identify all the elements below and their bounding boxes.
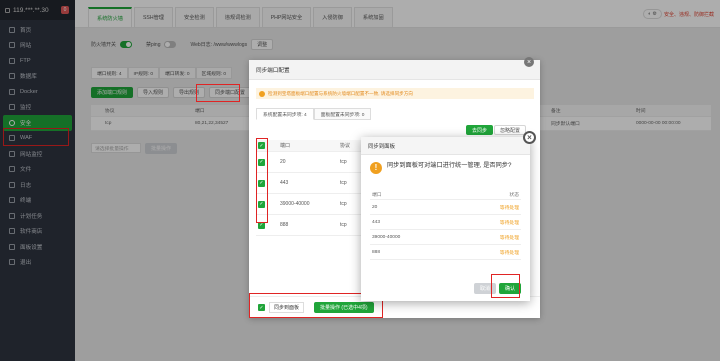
table-row: 20 等待处理 (370, 200, 521, 215)
cell-port: 443 (280, 180, 289, 186)
unsynced-ports-table: ✓ 端口 协议 ✓ 20 tcp ✓ 443 tcp ✓ 39000-40000… (256, 140, 376, 236)
sync-to-panel-dialog: 同步到面板 × ! 同步到面板可对端口进行统一管理, 是否同步? 端口 状态 2… (361, 131, 536, 301)
cell-port: 443 (372, 219, 381, 225)
cell-protocol: tcp (340, 201, 347, 207)
cell-port: 39000-40000 (372, 234, 401, 240)
ignore-config-button[interactable]: 忽略配置 (494, 125, 527, 135)
table-row: 443 等待处理 (370, 215, 521, 230)
cell-status: 等待处理 (499, 220, 519, 226)
row-checkbox[interactable]: ✓ (258, 158, 265, 166)
cell-protocol: tcp (340, 159, 347, 165)
cell-status: 等待处理 (499, 205, 519, 211)
table-row[interactable]: ✓ 888 tcp (256, 215, 376, 236)
table-header: 端口 状态 (370, 189, 521, 200)
dialog-title: 同步端口配置 (249, 60, 540, 80)
tab-panel-unsynced[interactable]: 面板配置未同步项: 0 (313, 108, 372, 120)
cell-status: 等待处理 (499, 235, 519, 241)
cell-status: 等待处理 (499, 250, 519, 256)
row-checkbox[interactable]: ✓ (258, 179, 265, 187)
batch-operation-button[interactable]: 批量操作 (已选中4项) (314, 302, 374, 313)
col-status: 状态 (509, 192, 519, 198)
close-icon[interactable]: × (524, 57, 534, 67)
table-row[interactable]: ✓ 39000-40000 tcp (256, 194, 376, 215)
select-all-checkbox[interactable]: ✓ (258, 142, 265, 149)
warning-icon (259, 90, 265, 97)
table-header: ✓ 端口 协议 (256, 140, 376, 152)
close-icon[interactable]: × (523, 131, 536, 144)
sync-subtabs: 系统配置未同步项: 4 面板配置未同步项: 0 (256, 108, 372, 120)
cell-port: 20 (280, 159, 286, 165)
cell-port: 888 (280, 222, 289, 228)
col-protocol: 协议 (340, 143, 351, 149)
confirm-button[interactable]: 确认 (498, 283, 521, 294)
cell-port: 39000-40000 (280, 201, 310, 207)
warning-text: 检测到宝塔面板端口配置与系统防火墙端口配置不一致, 请选择同步方向 (268, 90, 413, 96)
go-sync-button[interactable]: 去同步 (466, 125, 494, 135)
footer-select-checkbox[interactable]: ✓ (258, 304, 265, 311)
question-text: 同步到面板可对端口进行统一管理, 是否同步? (387, 162, 512, 169)
tab-system-unsynced[interactable]: 系统配置未同步项: 4 (256, 108, 314, 120)
table-row[interactable]: ✓ 20 tcp (256, 152, 376, 173)
cell-port: 20 (372, 204, 378, 210)
col-port: 端口 (280, 143, 291, 149)
dialog-title: 同步到面板 (361, 137, 530, 155)
dialog-footer: 取消 确认 (473, 283, 521, 294)
table-row: 888 等待处理 (370, 245, 521, 260)
cancel-button[interactable]: 取消 (473, 283, 496, 294)
cell-protocol: tcp (340, 180, 347, 186)
col-port: 端口 (372, 192, 382, 198)
row-checkbox[interactable]: ✓ (258, 221, 265, 229)
table-row[interactable]: ✓ 443 tcp (256, 173, 376, 194)
table-row: 39000-40000 等待处理 (370, 230, 521, 245)
sync-warning: 检测到宝塔面板端口配置与系统防火墙端口配置不一致, 请选择同步方向 (256, 88, 534, 99)
confirm-question: ! 同步到面板可对端口进行统一管理, 是否同步? (370, 162, 520, 174)
cell-port: 888 (372, 249, 381, 255)
sync-status-table: 端口 状态 20 等待处理 443 等待处理 39000-40000 等待处理 … (370, 189, 521, 260)
exclamation-icon: ! (370, 162, 382, 174)
sync-to-panel-select[interactable]: 同步到面板 (269, 302, 305, 313)
cell-protocol: tcp (340, 222, 347, 228)
row-checkbox[interactable]: ✓ (258, 200, 265, 208)
